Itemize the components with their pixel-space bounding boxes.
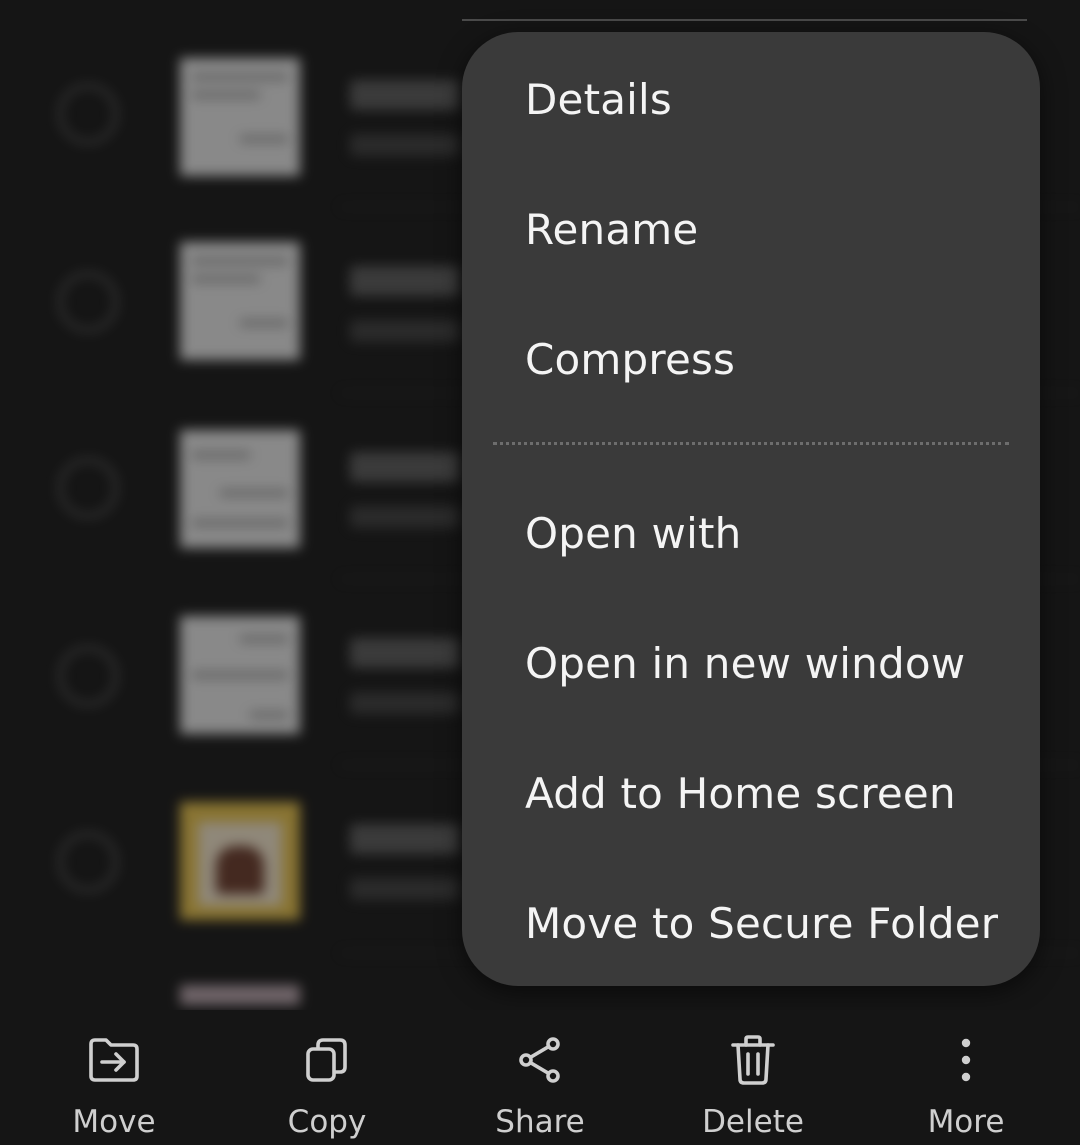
file-name <box>350 824 460 854</box>
file-thumbnail <box>180 616 300 734</box>
menu-item-open-in-new-window[interactable]: Open in new window <box>462 598 1040 728</box>
move-button[interactable]: Move <box>6 1020 222 1145</box>
file-name <box>350 266 460 296</box>
more-button[interactable]: More <box>858 1020 1074 1145</box>
file-thumbnail <box>180 242 300 360</box>
selection-radio[interactable] <box>58 832 118 892</box>
file-thumbnail <box>180 985 300 1005</box>
file-date <box>350 692 460 714</box>
menu-item-compress[interactable]: Compress <box>462 294 1040 424</box>
copy-icon <box>299 1032 355 1088</box>
share-button[interactable]: Share <box>432 1020 648 1145</box>
file-name <box>350 452 460 482</box>
selection-radio[interactable] <box>58 646 118 706</box>
more-options-menu: Details Rename Compress Open with Open i… <box>462 32 1040 986</box>
bottom-toolbar: Move Copy Share Delete More <box>0 1010 1080 1145</box>
copy-label: Copy <box>287 1104 367 1140</box>
trash-icon <box>725 1032 781 1088</box>
file-name <box>350 638 460 668</box>
file-date <box>350 320 460 342</box>
selection-radio[interactable] <box>58 458 118 518</box>
file-thumbnail <box>180 58 300 176</box>
delete-label: Delete <box>702 1104 804 1140</box>
file-date <box>350 134 460 156</box>
menu-item-open-with[interactable]: Open with <box>462 468 1040 598</box>
share-icon <box>512 1032 568 1088</box>
more-label: More <box>927 1104 1005 1140</box>
file-thumbnail <box>180 430 300 548</box>
menu-item-add-to-home-screen[interactable]: Add to Home screen <box>462 728 1040 858</box>
menu-item-move-to-secure-folder[interactable]: Move to Secure Folder <box>462 858 1040 988</box>
menu-item-rename[interactable]: Rename <box>462 164 1040 294</box>
selection-radio[interactable] <box>58 272 118 332</box>
screen: Details Rename Compress Open with Open i… <box>0 0 1080 1145</box>
file-thumbnail <box>180 802 300 920</box>
copy-button[interactable]: Copy <box>219 1020 435 1145</box>
menu-item-details[interactable]: Details <box>462 34 1040 164</box>
move-label: Move <box>72 1104 156 1140</box>
selection-radio[interactable] <box>58 84 118 144</box>
more-vertical-icon <box>938 1032 994 1088</box>
delete-button[interactable]: Delete <box>645 1020 861 1145</box>
divider <box>462 19 1027 21</box>
file-date <box>350 506 460 528</box>
menu-divider <box>493 442 1009 445</box>
folder-move-icon <box>86 1032 142 1088</box>
share-label: Share <box>495 1104 585 1140</box>
file-name <box>350 80 460 110</box>
file-date <box>350 878 460 900</box>
